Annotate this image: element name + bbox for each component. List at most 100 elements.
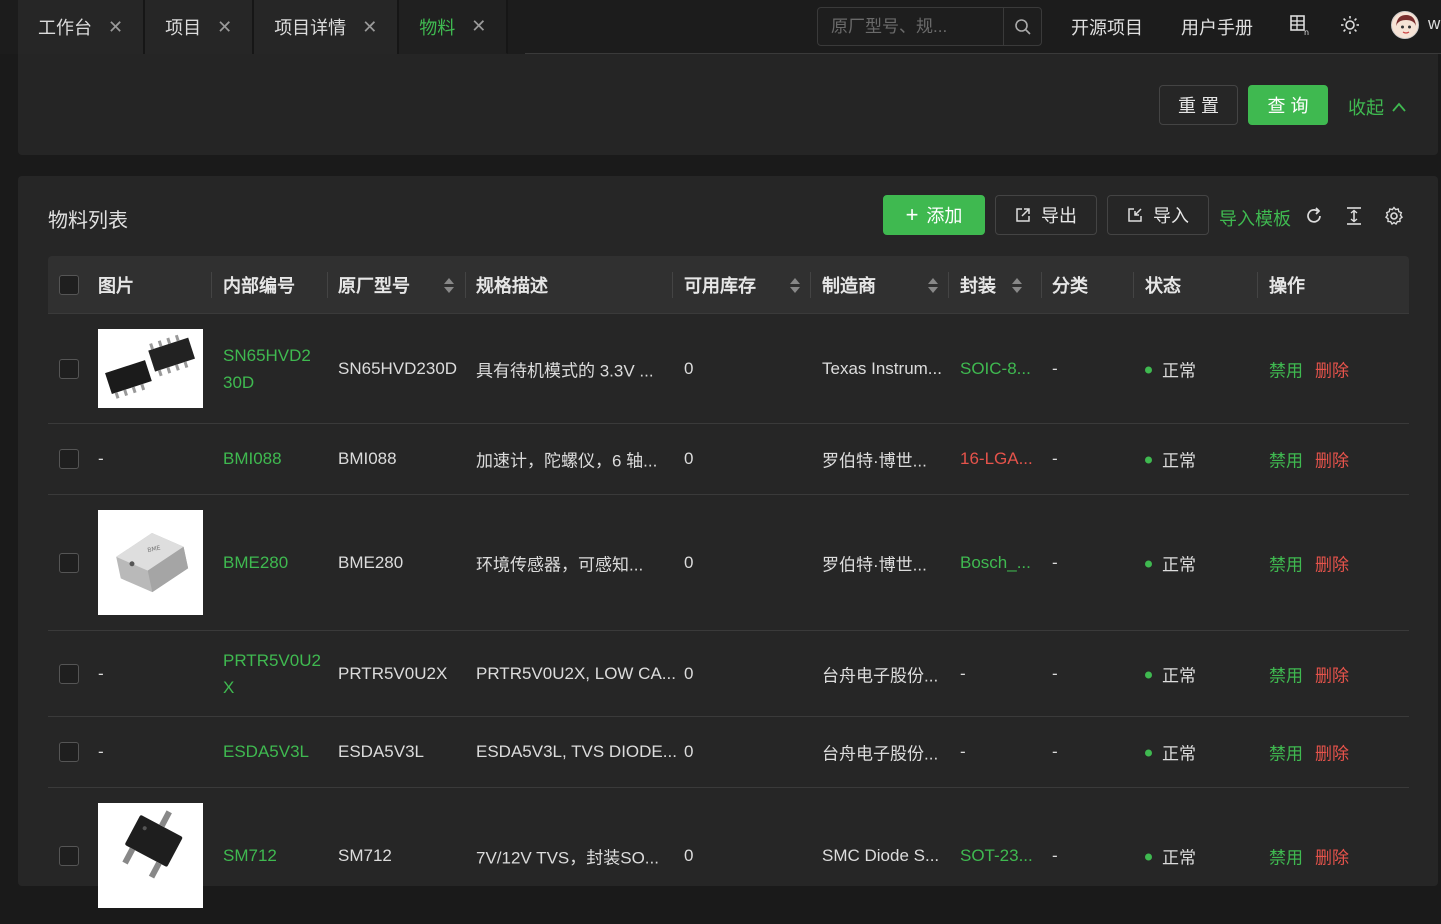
status-badge: 正常 bbox=[1145, 844, 1196, 869]
row-checkbox[interactable] bbox=[59, 664, 79, 684]
disable-button[interactable]: 禁用 bbox=[1269, 550, 1303, 575]
chevron-up-icon bbox=[1392, 102, 1406, 112]
delete-button[interactable]: 删除 bbox=[1315, 356, 1349, 381]
top-bar: 工作台 ✕ 项目 ✕ 项目详情 ✕ 物料 ✕ 开源项目 用户手册 n w bbox=[0, 0, 1441, 54]
close-icon[interactable]: ✕ bbox=[362, 17, 377, 38]
settings-gear-icon[interactable] bbox=[1382, 204, 1406, 228]
reset-button[interactable]: 重 置 bbox=[1159, 85, 1238, 125]
description-cell: 具有待机模式的 3.3V ... bbox=[476, 361, 654, 380]
model-cell: SN65HVD230D bbox=[338, 358, 458, 378]
close-icon[interactable]: ✕ bbox=[108, 17, 123, 38]
delete-button[interactable]: 删除 bbox=[1315, 661, 1349, 686]
internal-id-link[interactable]: SN65HVD2 30D bbox=[223, 342, 323, 396]
disable-button[interactable]: 禁用 bbox=[1269, 356, 1303, 381]
status-dot-icon bbox=[1145, 749, 1152, 757]
language-icon[interactable]: n bbox=[1289, 14, 1311, 36]
row-checkbox[interactable] bbox=[59, 846, 79, 866]
description-cell: 环境传感器，可感知... bbox=[476, 555, 644, 574]
manufacturer-cell: 罗伯特·博世... bbox=[822, 451, 927, 471]
close-icon[interactable]: ✕ bbox=[471, 16, 486, 37]
plus-icon: + bbox=[905, 202, 919, 227]
select-all-checkbox[interactable] bbox=[59, 275, 79, 295]
avatar[interactable] bbox=[1391, 11, 1419, 39]
delete-button[interactable]: 删除 bbox=[1315, 844, 1349, 869]
import-icon bbox=[1128, 208, 1142, 222]
internal-id-link[interactable]: SM712 bbox=[223, 846, 277, 866]
internal-id-link[interactable]: BME280 bbox=[223, 553, 288, 573]
package-link[interactable]: 16-LGA... bbox=[960, 449, 1033, 469]
disable-button[interactable]: 禁用 bbox=[1269, 661, 1303, 686]
category-cell: - bbox=[1052, 663, 1058, 683]
header-actions: 操作 bbox=[1269, 276, 1305, 296]
user-manual-link[interactable]: 用户手册 bbox=[1181, 14, 1253, 40]
delete-button[interactable]: 删除 bbox=[1315, 447, 1349, 472]
package-link[interactable]: SOIC-8... bbox=[960, 359, 1031, 379]
model-cell: PRTR5V0U2X bbox=[338, 663, 448, 683]
import-template-link[interactable]: 导入模板 bbox=[1219, 205, 1291, 231]
disable-button[interactable]: 禁用 bbox=[1269, 844, 1303, 869]
delete-button[interactable]: 删除 bbox=[1315, 550, 1349, 575]
status-badge: 正常 bbox=[1145, 447, 1196, 472]
manufacturer-cell: 台舟电子股份... bbox=[822, 666, 939, 685]
user-name[interactable]: w bbox=[1428, 14, 1440, 34]
open-source-link[interactable]: 开源项目 bbox=[1071, 14, 1143, 40]
collapse-link[interactable]: 收起 bbox=[1348, 94, 1406, 120]
column-height-icon[interactable] bbox=[1342, 204, 1366, 228]
internal-id-link[interactable]: PRTR5V0U2 X bbox=[223, 647, 323, 701]
refresh-icon[interactable] bbox=[1302, 204, 1326, 228]
header-image: 图片 bbox=[98, 276, 134, 296]
row-checkbox[interactable] bbox=[59, 359, 79, 379]
description-cell: 7V/12V TVS，封装SO... bbox=[476, 848, 659, 868]
tab-label: 项目 bbox=[165, 18, 202, 38]
search-input[interactable] bbox=[818, 8, 1003, 45]
close-icon[interactable]: ✕ bbox=[217, 17, 232, 38]
tab-label: 项目详情 bbox=[274, 18, 347, 38]
status-dot-icon bbox=[1145, 456, 1152, 464]
status-dot-icon bbox=[1145, 560, 1152, 568]
theme-sun-icon[interactable] bbox=[1339, 14, 1361, 36]
disable-button[interactable]: 禁用 bbox=[1269, 447, 1303, 472]
description-cell: 加速计，陀螺仪，6 轴... bbox=[476, 451, 658, 471]
image-cell: - bbox=[98, 742, 104, 761]
add-label: 添加 bbox=[926, 206, 963, 226]
stock-cell: 0 bbox=[684, 449, 694, 468]
internal-id-link[interactable]: ESDA5V3L bbox=[223, 742, 309, 762]
sort-icon bbox=[444, 277, 454, 293]
sort-icon bbox=[790, 277, 800, 293]
status-badge: 正常 bbox=[1145, 661, 1196, 686]
package-link[interactable]: SOT-23... bbox=[960, 846, 1033, 866]
internal-id-link[interactable]: BMI088 bbox=[223, 449, 282, 469]
model-cell: BME280 bbox=[338, 552, 404, 572]
header-model[interactable]: 原厂型号 bbox=[338, 256, 454, 314]
delete-button[interactable]: 删除 bbox=[1315, 740, 1349, 765]
header-manufacturer[interactable]: 制造商 bbox=[822, 256, 938, 314]
list-title: 物料列表 bbox=[48, 210, 128, 232]
status-badge: 正常 bbox=[1145, 740, 1196, 765]
package-link[interactable]: Bosch_... bbox=[960, 553, 1031, 573]
row-checkbox[interactable] bbox=[59, 449, 79, 469]
model-cell: ESDA5V3L bbox=[338, 742, 424, 761]
tab-materials[interactable]: 物料 ✕ bbox=[399, 0, 509, 54]
stock-cell: 0 bbox=[684, 552, 694, 572]
tab-project-detail[interactable]: 项目详情 ✕ bbox=[254, 0, 400, 54]
add-button[interactable]: + 添加 bbox=[883, 195, 985, 235]
row-checkbox[interactable] bbox=[59, 553, 79, 573]
manufacturer-cell: Texas Instrum... bbox=[822, 358, 942, 378]
category-cell: - bbox=[1052, 846, 1058, 865]
disable-button[interactable]: 禁用 bbox=[1269, 740, 1303, 765]
tab-workbench[interactable]: 工作台 ✕ bbox=[18, 0, 146, 54]
query-button[interactable]: 查 询 bbox=[1248, 85, 1328, 125]
header-stock[interactable]: 可用库存 bbox=[684, 256, 800, 314]
export-button[interactable]: 导出 bbox=[995, 195, 1097, 235]
table-row: BME BME280 BME280 环境传感器，可感知... 0 罗伯特·博世.… bbox=[48, 495, 1409, 631]
row-checkbox[interactable] bbox=[59, 742, 79, 762]
search-button[interactable] bbox=[1003, 8, 1041, 45]
stock-cell: 0 bbox=[684, 846, 694, 865]
search-panel: 重 置 查 询 收起 bbox=[18, 54, 1438, 155]
status-badge: 正常 bbox=[1145, 356, 1196, 381]
import-button[interactable]: 导入 bbox=[1107, 195, 1209, 235]
header-package[interactable]: 封装 bbox=[960, 256, 1022, 314]
tab-projects[interactable]: 项目 ✕ bbox=[145, 0, 255, 54]
header-description: 规格描述 bbox=[476, 276, 548, 296]
table-row: SN65HVD2 30D SN65HVD230D 具有待机模式的 3.3V ...… bbox=[48, 314, 1409, 424]
